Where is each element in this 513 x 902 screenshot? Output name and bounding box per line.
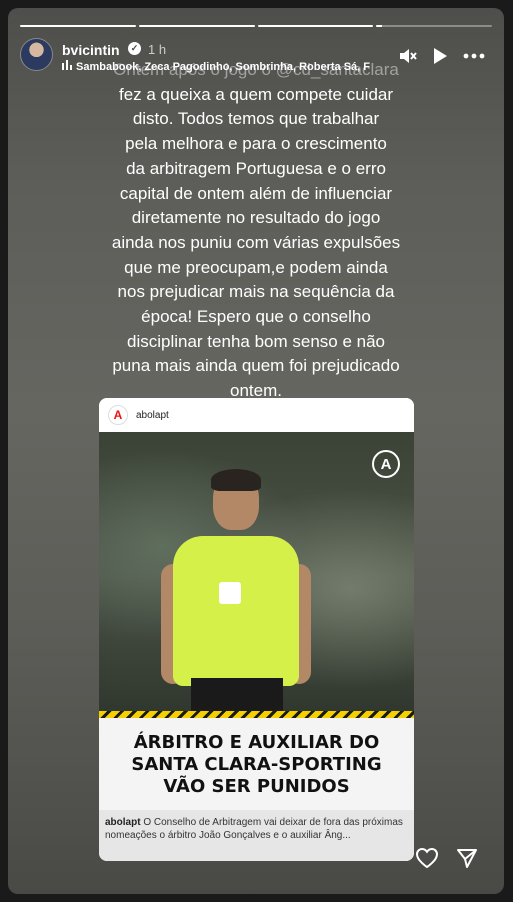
fifa-badge-icon — [219, 582, 241, 604]
caption-line: nos prejudicar mais na sequência da — [117, 282, 395, 302]
heart-icon[interactable] — [414, 845, 440, 871]
shared-post-card[interactable]: A abolapt A ÁRBITRO E AUXILIAR DO SANTA … — [99, 398, 414, 861]
username[interactable]: bvicintin — [62, 42, 120, 58]
caption-line: que me preocupam,e podem ainda — [124, 257, 388, 277]
post-caption-text: O Conselho de Arbitragem vai deixar de f… — [105, 817, 403, 841]
caption-line: puna mais ainda quem foi prejudicado — [112, 356, 400, 376]
progress-segment — [376, 25, 492, 27]
account-logo: A — [108, 405, 128, 425]
caption-line: Ontem após o jogo o @cd_santaclara — [113, 60, 399, 79]
story-caption: Ontem após o jogo o @cd_santaclara fez a… — [8, 58, 504, 404]
post-headline: ÁRBITRO E AUXILIAR DO SANTA CLARA-SPORTI… — [99, 718, 414, 810]
progress-segment — [138, 25, 255, 27]
headline-line: VÃO SER PUNIDOS — [163, 776, 350, 797]
post-caption: abolapt O Conselho de Arbitragem vai dei… — [99, 810, 414, 861]
time-ago: 1 h — [148, 42, 167, 57]
caption-line: fez a queixa a quem compete cuidar — [118, 84, 394, 104]
story-viewer: bvicintin ✓ 1 h Sambabook, Zeca Pagodinh… — [8, 8, 504, 894]
caption-line: disto. Todos temos que trabalhar — [132, 109, 380, 129]
caption-line: época! Espero que o conselho — [141, 307, 371, 327]
verified-badge-icon: ✓ — [128, 42, 141, 55]
headline-line: SANTA CLARA-SPORTING — [131, 754, 382, 775]
referee-figure — [161, 469, 311, 718]
caption-line: pela melhora e para o crescimento — [125, 134, 387, 154]
story-progress — [20, 25, 492, 27]
caption-line: da arbitragem Portuguesa e o erro — [126, 158, 386, 178]
caption-line: capital de ontem além de influenciar — [119, 183, 393, 203]
progress-segment — [20, 25, 136, 27]
post-header: A abolapt — [99, 398, 414, 432]
caption-line: ainda nos puniu com várias expulsões — [111, 232, 401, 252]
caption-line: disciplinar tenha bom senso e não — [127, 331, 385, 351]
post-photo: A — [99, 432, 414, 718]
send-icon[interactable] — [454, 845, 480, 871]
post-account: abolapt — [136, 409, 169, 421]
brand-logo-icon: A — [372, 450, 400, 478]
post-caption-user: abolapt — [105, 817, 141, 828]
progress-segment — [257, 25, 374, 27]
caption-line: diretamente no resultado do jogo — [131, 208, 381, 228]
headline-line: ÁRBITRO E AUXILIAR DO — [133, 732, 380, 753]
hazard-stripe — [99, 711, 414, 718]
